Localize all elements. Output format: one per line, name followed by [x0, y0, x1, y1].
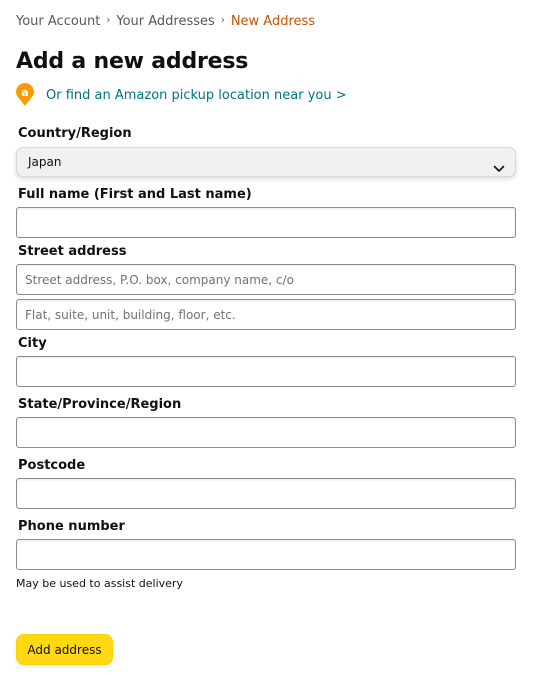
- breadcrumb: Your Account › Your Addresses › New Addr…: [16, 12, 315, 30]
- phone-label: Phone number: [18, 519, 125, 534]
- phone-helper-text: May be used to assist delivery: [16, 577, 183, 590]
- full-name-label: Full name (First and Last name): [18, 187, 252, 202]
- full-name-input[interactable]: [16, 207, 516, 238]
- postcode-label: Postcode: [18, 458, 86, 473]
- state-input[interactable]: [16, 417, 516, 448]
- country-select-value: Japan: [28, 155, 62, 169]
- breadcrumb-separator: ›: [220, 14, 225, 26]
- city-input[interactable]: [16, 356, 516, 387]
- city-label: City: [18, 336, 47, 351]
- chevron-down-icon: [493, 158, 505, 172]
- breadcrumb-separator: ›: [106, 14, 111, 26]
- postcode-input[interactable]: [16, 478, 516, 509]
- page-title: Add a new address: [16, 49, 249, 74]
- pickup-location-link[interactable]: Or find an Amazon pickup location near y…: [46, 88, 347, 103]
- street-address-line1-input[interactable]: [16, 264, 516, 295]
- street-address-line2-input[interactable]: [16, 299, 516, 330]
- breadcrumb-your-addresses[interactable]: Your Addresses: [116, 14, 214, 29]
- breadcrumb-your-account[interactable]: Your Account: [16, 14, 100, 29]
- state-label: State/Province/Region: [18, 397, 182, 412]
- add-address-button[interactable]: Add address: [16, 634, 113, 665]
- location-pin-icon: a: [14, 83, 36, 107]
- breadcrumb-current: New Address: [230, 13, 316, 29]
- pickup-location-row: a Or find an Amazon pickup location near…: [14, 83, 347, 107]
- country-select[interactable]: Japan: [16, 147, 516, 177]
- pin-letter: a: [21, 86, 28, 99]
- phone-input[interactable]: [16, 539, 516, 570]
- country-label: Country/Region: [18, 126, 132, 141]
- street-address-label: Street address: [18, 244, 127, 259]
